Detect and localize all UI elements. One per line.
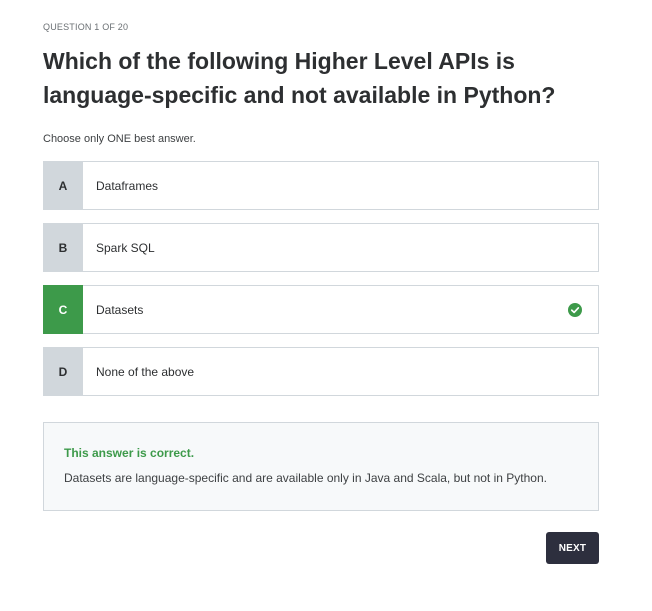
quiz-page: QUESTION 1 OF 20 Which of the following … bbox=[0, 0, 652, 611]
answer-feedback: This answer is correct. Datasets are lan… bbox=[43, 422, 599, 511]
question-text: Which of the following Higher Level APIs… bbox=[43, 48, 556, 108]
answer-instruction: Choose only ONE best answer. bbox=[43, 133, 196, 145]
feedback-explanation: Datasets are language-specific and are a… bbox=[64, 471, 547, 485]
check-circle-icon bbox=[568, 302, 582, 317]
option-label: Spark SQL bbox=[96, 240, 155, 255]
option-d[interactable]: D None of the above bbox=[43, 347, 599, 396]
next-button[interactable]: NEXT bbox=[546, 532, 599, 564]
option-letter: D bbox=[43, 347, 83, 396]
option-label: Datasets bbox=[96, 302, 144, 317]
option-label: Dataframes bbox=[96, 178, 159, 193]
option-letter: B bbox=[43, 223, 83, 272]
option-label: None of the above bbox=[96, 364, 195, 379]
option-b[interactable]: B Spark SQL bbox=[43, 223, 599, 272]
option-letter: A bbox=[43, 161, 83, 210]
question-counter: QUESTION 1 OF 20 bbox=[43, 22, 129, 32]
option-letter: C bbox=[43, 285, 83, 334]
answer-options: A Dataframes B Spark SQL C Datasets D No… bbox=[43, 161, 599, 409]
feedback-title: This answer is correct. bbox=[64, 446, 195, 460]
option-c[interactable]: C Datasets bbox=[43, 285, 599, 334]
option-a[interactable]: A Dataframes bbox=[43, 161, 599, 210]
